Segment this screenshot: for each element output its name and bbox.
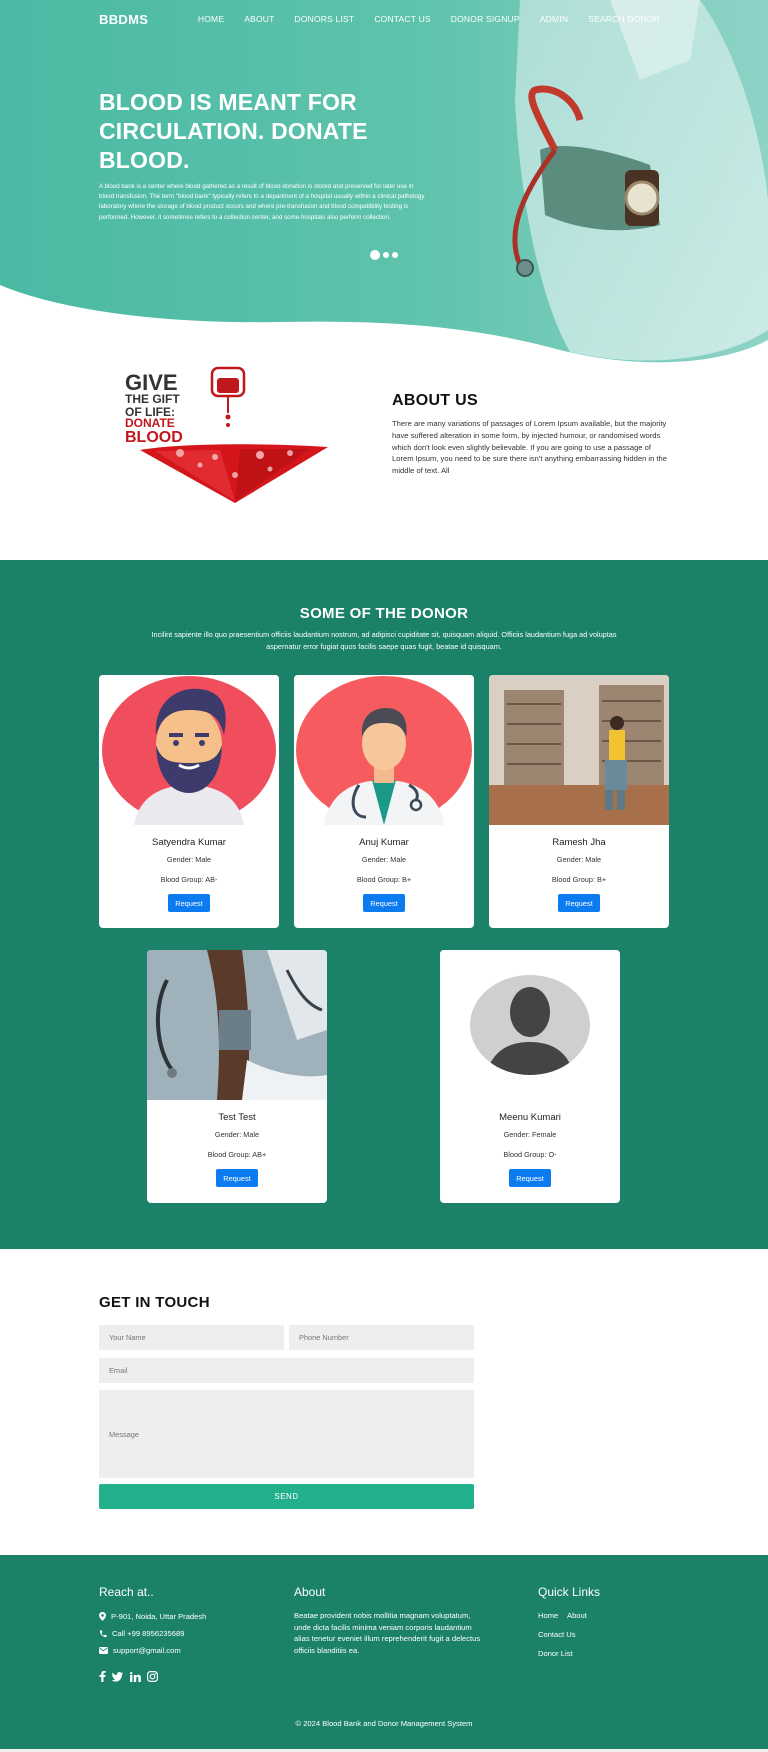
nav-link-donors-list[interactable]: DONORS LIST [294, 14, 354, 24]
donors-subtitle: Incilint sapiente illo quo praesentium o… [151, 630, 617, 651]
donor-card: Ramesh Jha Gender: Male Blood Group: B+ … [489, 675, 669, 928]
nav-link-about[interactable]: ABOUT [244, 14, 274, 24]
carousel-dot-2[interactable] [383, 252, 389, 258]
phone-input[interactable] [289, 1325, 474, 1350]
footer-email: support@gmail.com [99, 1646, 181, 1655]
donor-avatar-doctor [294, 675, 474, 825]
request-button[interactable]: Request [216, 1169, 258, 1187]
donor-gender: Gender: Male [214, 1130, 260, 1139]
about-text: There are many variations of passages of… [392, 419, 667, 476]
donor-gender: Gender: Male [556, 855, 602, 864]
donor-name: Anuj Kumar [359, 837, 409, 848]
donate-blood-image: GIVE THE GIFT OF LIFE: DONATE BLOOD [125, 366, 328, 503]
donor-blood-group: Blood Group: B+ [551, 875, 607, 884]
donor-photo-blood-pressure [147, 950, 327, 1100]
donor-blood-group: Blood Group: O- [503, 1150, 557, 1159]
footer-phone-text[interactable]: Call +99 8956235689 [112, 1629, 184, 1638]
donor-name: Meenu Kumari [499, 1112, 561, 1123]
facebook-icon[interactable] [99, 1671, 106, 1682]
footer-email-text[interactable]: support@gmail.com [113, 1646, 181, 1655]
image-text-blood: BLOOD [125, 429, 183, 446]
footer-link-about[interactable]: About [567, 1611, 587, 1620]
email-input[interactable] [99, 1358, 474, 1383]
donor-card: Test Test Gender: Male Blood Group: AB+ … [147, 950, 327, 1203]
brand-logo[interactable]: BBDMS [99, 12, 148, 27]
carousel-dot-3[interactable] [392, 252, 398, 258]
footer-address: P-901, Noida, Uttar Pradesh [99, 1612, 206, 1621]
hero-title: BLOOD IS MEANT FOR CIRCULATION. DONATE B… [99, 89, 368, 173]
donor-gender: Gender: Male [361, 855, 407, 864]
donor-blood-group: Blood Group: AB+ [207, 1150, 267, 1159]
envelope-icon [99, 1647, 108, 1654]
image-text-gift: THE GIFT [125, 392, 180, 406]
nav-link-admin[interactable]: ADMIN [540, 14, 568, 24]
donor-photo-library [489, 675, 669, 825]
copyright-text: © 2024 Blood Bank and Donor Management S… [295, 1719, 473, 1728]
footer-about-text: Beatae provident nobis mollitia magnam v… [294, 1611, 481, 1655]
donor-name: Ramesh Jha [552, 837, 606, 848]
donor-name: Test Test [218, 1112, 256, 1123]
about-section: GIVE THE GIFT OF LIFE: DONATE BLOOD ABOU… [0, 365, 768, 560]
contact-section: GET IN TOUCH SEND [0, 1249, 768, 1555]
donor-blood-group: Blood Group: B+ [356, 875, 412, 884]
nav-link-contact-us[interactable]: CONTACT US [374, 14, 430, 24]
name-input[interactable] [99, 1325, 284, 1350]
footer-link-donor-list[interactable]: Donor List [538, 1649, 573, 1658]
donor-name: Satyendra Kumar [152, 837, 226, 848]
footer: Reach at.. P-901, Noida, Uttar Pradesh C… [0, 1555, 768, 1749]
donor-card: Anuj Kumar Gender: Male Blood Group: B+ … [294, 675, 474, 928]
about-title: ABOUT US [392, 392, 478, 409]
nav-link-search-donor[interactable]: SEARCH DONOR [588, 14, 660, 24]
donors-title: SOME OF THE DONOR [299, 605, 469, 622]
footer-links-title: Quick Links [538, 1585, 601, 1599]
request-button[interactable]: Request [168, 894, 210, 912]
linkedin-icon[interactable] [130, 1671, 141, 1682]
donor-card: Meenu Kumari Gender: Female Blood Group:… [440, 950, 620, 1203]
donor-card: Satyendra Kumar Gender: Male Blood Group… [99, 675, 279, 928]
footer-link-home[interactable]: Home [538, 1611, 558, 1620]
instagram-icon[interactable] [147, 1671, 158, 1682]
twitter-icon[interactable] [112, 1671, 124, 1682]
carousel-indicators [370, 250, 398, 260]
carousel-dot-1[interactable] [370, 250, 380, 260]
footer-address-text: P-901, Noida, Uttar Pradesh [111, 1612, 207, 1621]
footer-link-contact-us[interactable]: Contact Us [538, 1630, 576, 1639]
donor-blood-group: Blood Group: AB- [160, 875, 218, 884]
contact-title: GET IN TOUCH [99, 1294, 210, 1311]
footer-about-title: About [294, 1585, 326, 1599]
social-links [99, 1671, 158, 1682]
hero-text: A blood bank is a center where blood gat… [99, 183, 425, 221]
nav-link-home[interactable]: HOME [198, 14, 224, 24]
request-button[interactable]: Request [363, 894, 405, 912]
donor-avatar-placeholder [440, 950, 620, 1100]
footer-phone: Call +99 8956235689 [99, 1629, 184, 1638]
map-marker-icon [99, 1612, 106, 1621]
hero-section: BBDMS HOME ABOUT DONORS LIST CONTACT US … [0, 0, 768, 365]
main-nav: HOME ABOUT DONORS LIST CONTACT US DONOR … [178, 14, 660, 24]
donors-section: SOME OF THE DONOR Incilint sapiente illo… [0, 560, 768, 1249]
donor-avatar-bearded-man [99, 675, 279, 825]
phone-icon [99, 1629, 107, 1637]
donor-gender: Gender: Male [166, 855, 212, 864]
image-text-donate: DONATE [125, 416, 175, 430]
request-button[interactable]: Request [509, 1169, 551, 1187]
request-button[interactable]: Request [558, 894, 600, 912]
footer-reach-title: Reach at.. [99, 1585, 154, 1599]
donor-gender: Gender: Female [503, 1130, 557, 1139]
nav-link-donor-signup[interactable]: DONOR SIGNUP [451, 14, 520, 24]
message-textarea[interactable] [99, 1390, 474, 1478]
send-button[interactable]: SEND [99, 1484, 474, 1509]
